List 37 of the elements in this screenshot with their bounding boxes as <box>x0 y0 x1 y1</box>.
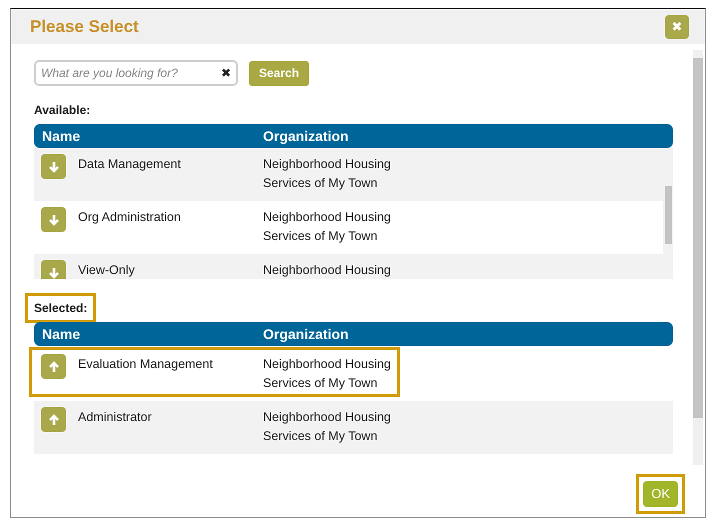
down-arrow-icon <box>46 212 60 226</box>
organization-name: Services of My Town <box>263 228 378 245</box>
role-name: Administrator <box>78 409 152 426</box>
search-field[interactable]: What are you looking for? ✖ <box>34 60 238 86</box>
column-header: Name <box>42 126 82 146</box>
organization-name: Neighborhood Housing <box>263 209 391 226</box>
move-up-button[interactable] <box>41 354 66 379</box>
move-down-button[interactable] <box>41 260 66 279</box>
scrollbar[interactable] <box>663 148 673 279</box>
organization-name: Services of My Town <box>263 375 378 392</box>
organization-name: Services of My Town <box>263 175 378 192</box>
organization-name: Neighborhood Housing <box>263 262 391 279</box>
move-down-button[interactable] <box>41 207 66 232</box>
up-arrow-icon <box>46 360 60 374</box>
section-label: Available: <box>34 102 90 119</box>
role-name: View-Only <box>78 262 135 279</box>
move-up-button[interactable] <box>41 407 66 432</box>
organization-name: Neighborhood Housing <box>263 156 391 173</box>
organization-name: Neighborhood Housing <box>263 409 391 426</box>
role-name: Org Administration <box>78 209 181 226</box>
list-row[interactable]: Administrator Neighborhood Housing Services of My Town <box>34 401 673 454</box>
dialog-title: Please Select <box>30 16 139 38</box>
organization-name: Neighborhood Housing <box>263 356 391 373</box>
column-header: Organization <box>263 126 349 146</box>
role-name: Evaluation Management <box>78 356 213 373</box>
down-arrow-icon <box>46 160 60 174</box>
up-arrow-icon <box>46 412 60 426</box>
clear-button[interactable]: ✖ <box>221 64 231 82</box>
list-row[interactable]: View-Only Neighborhood Housing <box>34 254 663 279</box>
organization-name: Services of My Town <box>263 428 378 445</box>
down-arrow-icon <box>46 266 60 279</box>
list-row[interactable]: Data Management Neighborhood Housing Services of My Town <box>34 148 663 201</box>
column-header: Name <box>42 324 82 344</box>
column-header: Organization <box>263 324 349 344</box>
move-down-button[interactable] <box>41 154 66 179</box>
role-name: Data Management <box>78 156 181 173</box>
scrollbar[interactable] <box>693 50 703 465</box>
